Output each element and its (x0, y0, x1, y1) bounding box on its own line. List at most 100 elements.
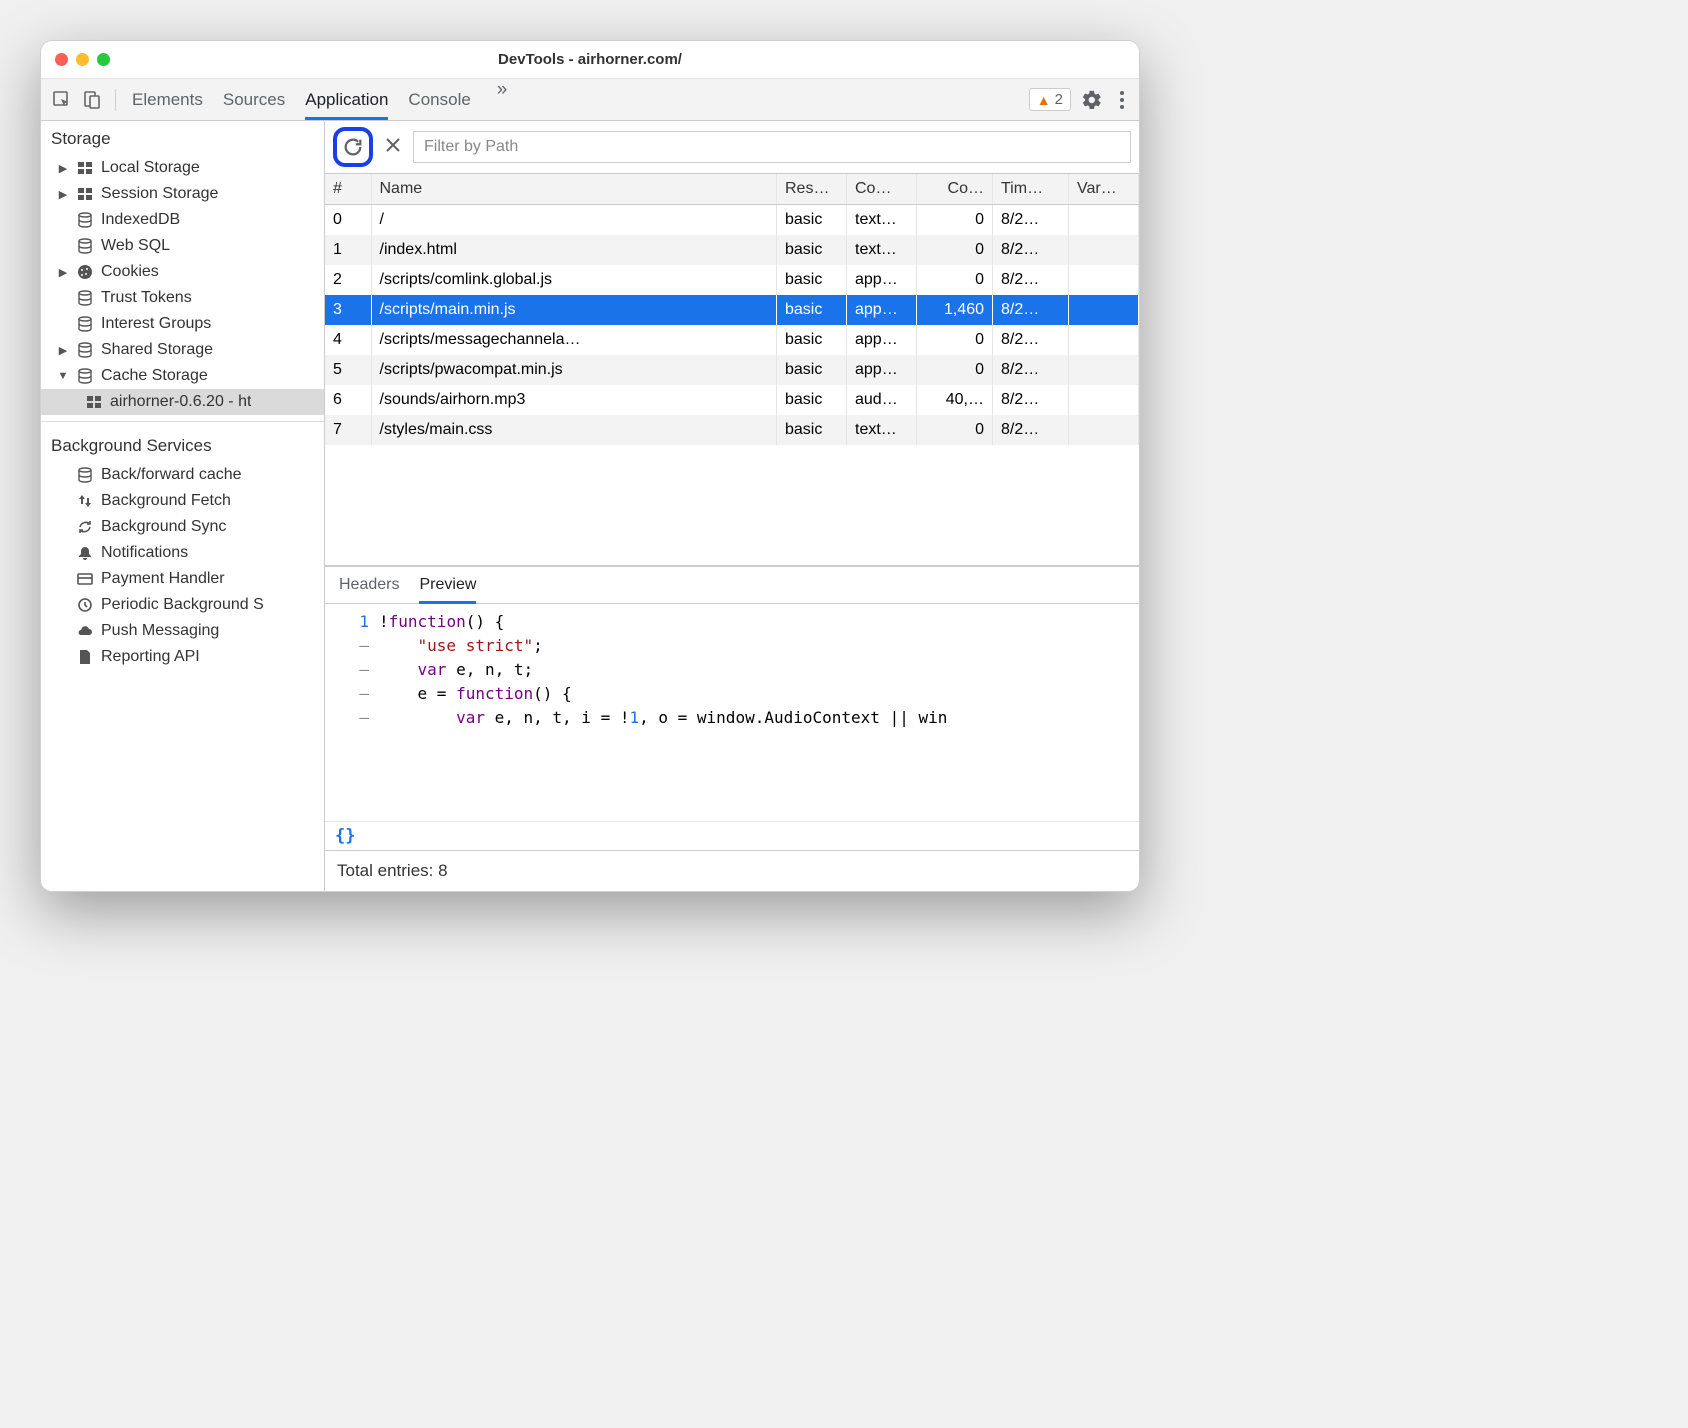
close-window-button[interactable] (55, 53, 68, 66)
filter-bar (325, 121, 1139, 174)
code-gutter: 1 – – – – (325, 604, 379, 821)
sidebar-item-interest-groups[interactable]: ▶Interest Groups (41, 311, 324, 337)
table-row[interactable]: 5/scripts/pwacompat.min.jsbasicapp…08/2… (325, 355, 1139, 385)
table-empty-area (325, 445, 1139, 565)
col-vary[interactable]: Var… (1069, 174, 1139, 205)
zoom-window-button[interactable] (97, 53, 110, 66)
cell: app… (847, 325, 917, 355)
tab-console[interactable]: Console (408, 79, 470, 120)
sidebar-item-periodic-sync[interactable]: ▶Periodic Background S (41, 592, 324, 618)
sync-icon (76, 518, 94, 536)
table-row[interactable]: 4/scripts/messagechannela…basicapp…08/2… (325, 325, 1139, 355)
sidebar-group-storage: Storage (41, 121, 324, 155)
sidebar-item-cache-storage[interactable]: ▼Cache Storage (41, 363, 324, 389)
sidebar-item-websql[interactable]: ▶Web SQL (41, 233, 324, 259)
bell-icon (76, 544, 94, 562)
table-row[interactable]: 3/scripts/main.min.jsbasicapp…1,4608/2… (325, 295, 1139, 325)
tab-preview[interactable]: Preview (419, 567, 476, 603)
tab-sources[interactable]: Sources (223, 79, 285, 120)
sidebar-item-payment[interactable]: ▶Payment Handler (41, 566, 324, 592)
cell (1069, 295, 1139, 325)
cell: text… (847, 205, 917, 236)
cell (1069, 325, 1139, 355)
col-content-length[interactable]: Co… (917, 174, 993, 205)
cell: 8/2… (993, 205, 1069, 236)
refresh-button[interactable] (333, 127, 373, 167)
tab-headers[interactable]: Headers (339, 567, 399, 603)
sidebar-item-bg-sync[interactable]: ▶Background Sync (41, 514, 324, 540)
sidebar-item-shared-storage[interactable]: ▶Shared Storage (41, 337, 324, 363)
card-icon (76, 570, 94, 588)
col-name[interactable]: Name (371, 174, 777, 205)
cell: 0 (917, 415, 993, 445)
table-row[interactable]: 7/styles/main.cssbasictext…08/2… (325, 415, 1139, 445)
sidebar-item-trust-tokens[interactable]: ▶Trust Tokens (41, 285, 324, 311)
cell: 0 (917, 235, 993, 265)
sidebar-item-cookies[interactable]: ▶Cookies (41, 259, 324, 285)
sidebar-item-bf-cache[interactable]: ▶Back/forward cache (41, 462, 324, 488)
sidebar-item-session-storage[interactable]: ▶Session Storage (41, 181, 324, 207)
table-row[interactable]: 6/sounds/airhorn.mp3basicaud…40,…8/2… (325, 385, 1139, 415)
cell: app… (847, 295, 917, 325)
table-row[interactable]: 2/scripts/comlink.global.jsbasicapp…08/2… (325, 265, 1139, 295)
cell: aud… (847, 385, 917, 415)
sidebar-item-reporting[interactable]: ▶Reporting API (41, 644, 324, 670)
kebab-menu-icon[interactable] (1113, 90, 1131, 110)
tab-elements[interactable]: Elements (132, 79, 203, 120)
database-icon (76, 289, 94, 307)
col-time[interactable]: Tim… (993, 174, 1069, 205)
device-toggle-icon[interactable] (79, 87, 105, 113)
settings-icon[interactable] (1075, 89, 1109, 111)
cell (1069, 235, 1139, 265)
cell (1069, 385, 1139, 415)
sidebar-item-push[interactable]: ▶Push Messaging (41, 618, 324, 644)
cell: 0 (325, 205, 371, 236)
clear-button[interactable] (381, 137, 405, 158)
sidebar-item-local-storage[interactable]: ▶Local Storage (41, 155, 324, 181)
sidebar: Storage ▶Local Storage ▶Session Storage … (41, 121, 325, 891)
col-response[interactable]: Res… (777, 174, 847, 205)
cell: 8/2… (993, 355, 1069, 385)
close-icon (385, 137, 401, 153)
cell: basic (777, 205, 847, 236)
sidebar-item-indexeddb[interactable]: ▶IndexedDB (41, 207, 324, 233)
cell: text… (847, 415, 917, 445)
cloud-icon (76, 622, 94, 640)
database-icon (76, 341, 94, 359)
cell: /sounds/airhorn.mp3 (371, 385, 777, 415)
sidebar-item-notifications[interactable]: ▶Notifications (41, 540, 324, 566)
cell: 8/2… (993, 295, 1069, 325)
cell: 2 (325, 265, 371, 295)
pretty-print-button[interactable]: {} (325, 821, 1139, 850)
sidebar-item-bg-fetch[interactable]: ▶Background Fetch (41, 488, 324, 514)
database-icon (76, 237, 94, 255)
col-index[interactable]: # (325, 174, 371, 205)
titlebar: DevTools - airhorner.com/ (41, 41, 1139, 79)
main-panel: # Name Res… Co… Co… Tim… Var… 0/basictex… (325, 121, 1139, 891)
cell: 0 (917, 265, 993, 295)
sidebar-item-cache-entry[interactable]: airhorner-0.6.20 - ht (41, 389, 324, 415)
filter-input[interactable] (413, 131, 1131, 163)
code-preview[interactable]: 1 – – – – !function() { "use strict"; va… (325, 604, 1139, 821)
cell (1069, 415, 1139, 445)
cell: basic (777, 385, 847, 415)
cell: basic (777, 415, 847, 445)
cell: 40,… (917, 385, 993, 415)
minimize-window-button[interactable] (76, 53, 89, 66)
inspect-element-icon[interactable] (49, 87, 75, 113)
cookie-icon (76, 263, 94, 281)
warnings-badge[interactable]: ▲ 2 (1029, 88, 1071, 111)
table-row[interactable]: 1/index.htmlbasictext…08/2… (325, 235, 1139, 265)
table-row[interactable]: 0/basictext…08/2… (325, 205, 1139, 236)
cell: /index.html (371, 235, 777, 265)
cell: 4 (325, 325, 371, 355)
cell: app… (847, 265, 917, 295)
col-content-type[interactable]: Co… (847, 174, 917, 205)
cell: basic (777, 235, 847, 265)
more-tabs-icon[interactable]: » (491, 79, 514, 120)
clock-icon (76, 596, 94, 614)
divider (115, 89, 116, 111)
tab-application[interactable]: Application (305, 79, 388, 120)
status-footer: Total entries: 8 (325, 850, 1139, 891)
cell: 8/2… (993, 385, 1069, 415)
